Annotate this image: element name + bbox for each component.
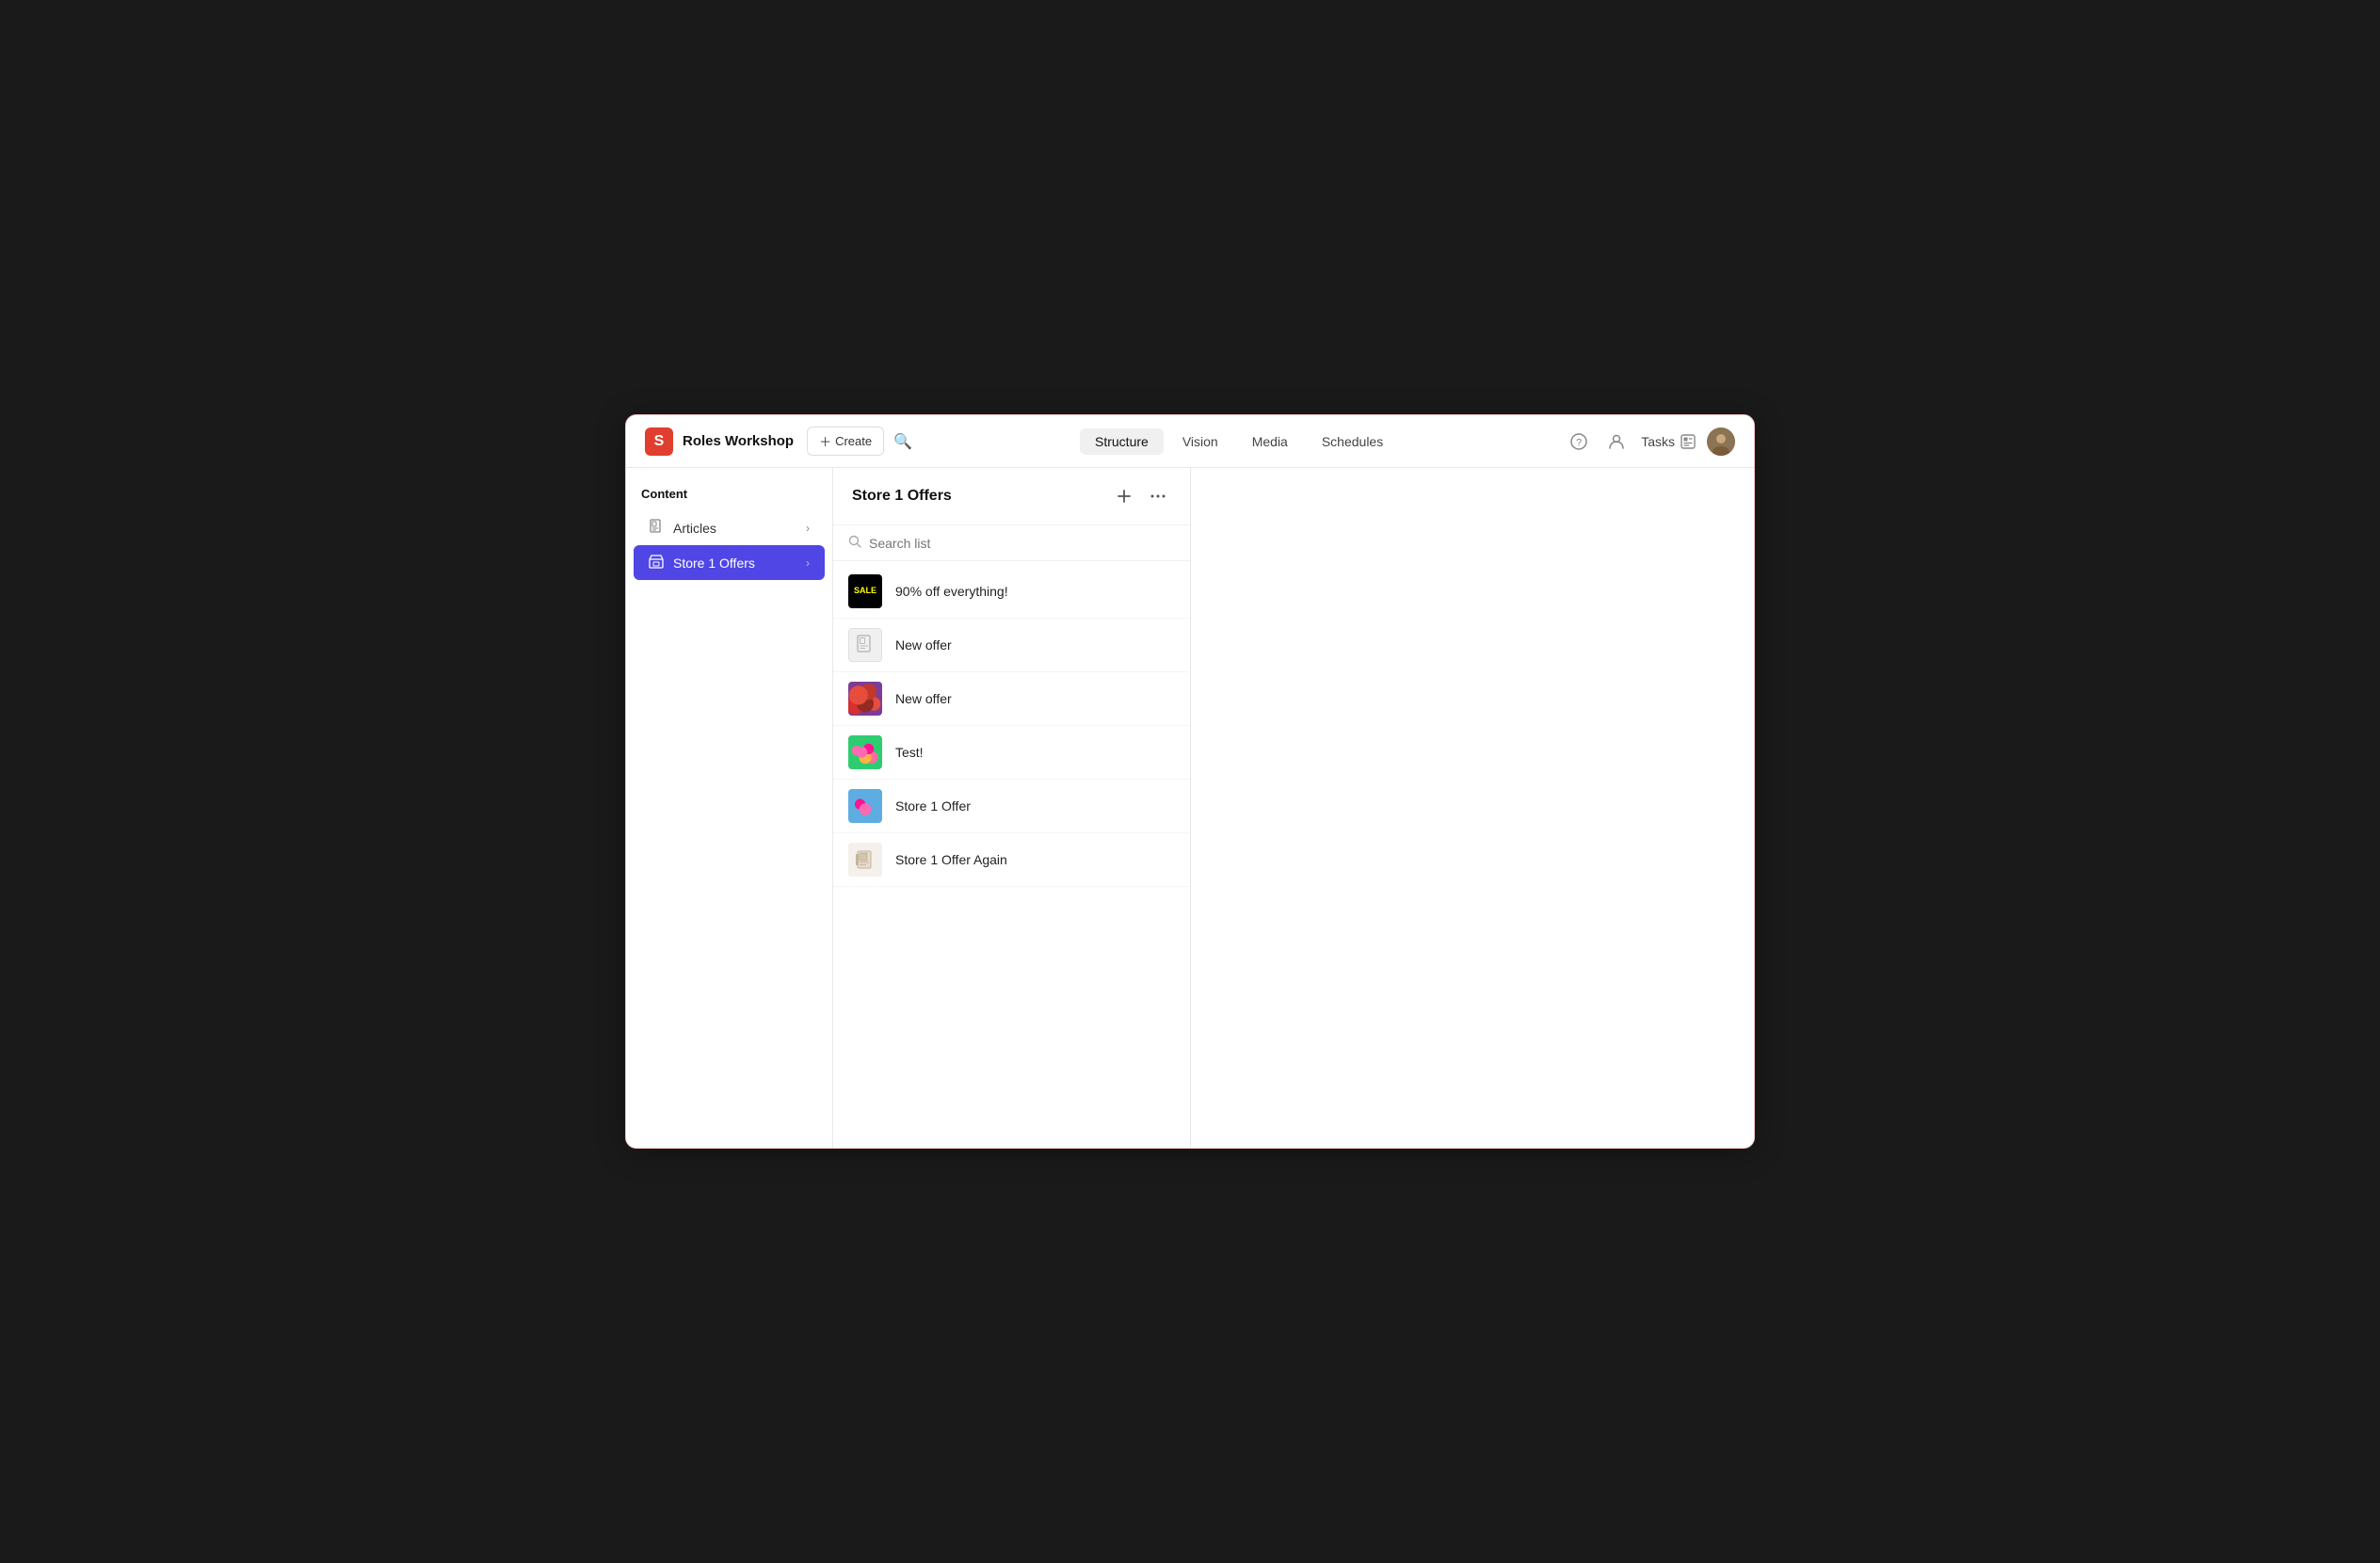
offer-name: New offer: [895, 637, 952, 653]
offer-thumbnail: [848, 682, 882, 716]
main-body: Content Articles ›: [626, 468, 1754, 1148]
active-chevron-icon: ›: [806, 556, 810, 570]
content-panel-header: Store 1 Offers: [833, 468, 1190, 525]
list-item[interactable]: SALE 90% off everything!: [833, 565, 1190, 619]
avatar[interactable]: [1707, 427, 1735, 456]
offer-thumbnail: [848, 789, 882, 823]
tab-structure[interactable]: Structure: [1080, 428, 1164, 455]
offer-name: 90% off everything!: [895, 584, 1008, 599]
store-icon: [649, 554, 664, 572]
chevron-right-icon: ›: [806, 522, 810, 535]
svg-text:?: ?: [1576, 437, 1582, 448]
tab-schedules[interactable]: Schedules: [1307, 428, 1398, 455]
sidebar-item-store1offers-label: Store 1 Offers: [673, 556, 755, 571]
add-offer-button[interactable]: [1111, 483, 1137, 509]
articles-icon: [649, 519, 664, 537]
user-icon[interactable]: [1603, 428, 1630, 455]
search-input[interactable]: [869, 536, 1175, 551]
offer-name: New offer: [895, 691, 952, 706]
top-nav: S Roles Workshop ＋ Create 🔍 Structure Vi…: [626, 415, 1754, 468]
list-item[interactable]: Store 1 Offer Again: [833, 833, 1190, 887]
sidebar-item-store1offers[interactable]: Store 1 Offers ›: [634, 545, 825, 580]
offer-thumbnail: [848, 628, 882, 662]
search-icon[interactable]: 🔍: [893, 432, 912, 451]
search-bar-icon: [848, 535, 861, 551]
right-panel: [1191, 468, 1754, 1148]
nav-tabs: Structure Vision Media Schedules: [912, 428, 1566, 455]
offer-thumbnail: [848, 843, 882, 877]
tab-media[interactable]: Media: [1237, 428, 1303, 455]
tasks-icon: [1680, 434, 1696, 449]
tasks-label: Tasks: [1641, 434, 1675, 449]
sidebar-item-articles-label: Articles: [673, 521, 716, 536]
help-icon[interactable]: ?: [1566, 428, 1592, 455]
tasks-button[interactable]: Tasks: [1641, 434, 1696, 449]
list-item[interactable]: New offer: [833, 672, 1190, 726]
create-label: Create: [835, 434, 872, 448]
list-item[interactable]: New offer: [833, 619, 1190, 672]
content-panel: Store 1 Offers: [833, 468, 1191, 1148]
sidebar-section-title: Content: [626, 487, 832, 510]
tab-vision[interactable]: Vision: [1167, 428, 1233, 455]
more-options-button[interactable]: [1145, 483, 1171, 509]
offer-list: SALE 90% off everything!: [833, 561, 1190, 1148]
app-window: S Roles Workshop ＋ Create 🔍 Structure Vi…: [625, 414, 1755, 1149]
app-title: Roles Workshop: [683, 433, 794, 449]
offer-name: Test!: [895, 745, 924, 760]
offer-thumbnail: SALE: [848, 574, 882, 608]
create-button[interactable]: ＋ Create: [807, 427, 884, 456]
list-item[interactable]: Store 1 Offer: [833, 780, 1190, 833]
app-logo[interactable]: S: [645, 427, 673, 456]
create-plus-icon: ＋: [819, 432, 831, 450]
sidebar: Content Articles ›: [626, 468, 833, 1148]
content-panel-actions: [1111, 483, 1171, 509]
offer-thumbnail: [848, 735, 882, 769]
offer-name: Store 1 Offer Again: [895, 852, 1007, 867]
nav-right-actions: ? Tasks: [1566, 427, 1735, 456]
sidebar-item-articles[interactable]: Articles ›: [634, 510, 825, 545]
offer-name: Store 1 Offer: [895, 798, 971, 814]
search-bar: [833, 525, 1190, 561]
list-item[interactable]: Test!: [833, 726, 1190, 780]
content-panel-title: Store 1 Offers: [852, 488, 1111, 505]
